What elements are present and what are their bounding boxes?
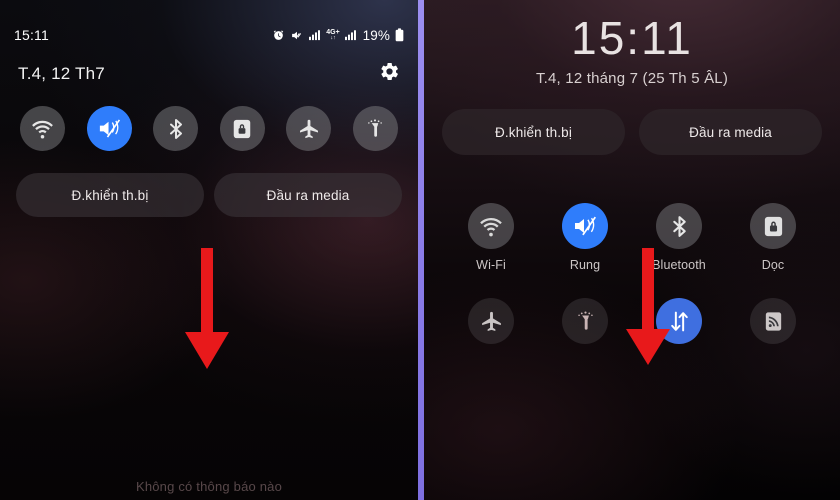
quick-toggle-bluetooth[interactable] <box>153 106 199 151</box>
media-controls-row: Đ.khiển th.bị Đầu ra media <box>0 173 418 217</box>
lockscreen-clock: 15:11 <box>571 12 693 64</box>
date-row: T.4, 12 Th7 <box>0 60 418 88</box>
status-bar: 15:11 4G+ ↓↑ 19% <box>0 22 418 48</box>
quick-toggle-wifi[interactable] <box>20 106 65 151</box>
device-control-button[interactable]: Đ.khiển th.bị <box>16 173 204 217</box>
alarm-icon <box>272 29 285 42</box>
left-screenshot-panel: 15:11 4G+ ↓↑ 19% T.4, 12 Th7 Đ.khiển th.… <box>0 0 418 500</box>
quick-toggle-vibrate[interactable]: Rung <box>544 203 626 272</box>
data-activity-arrows-icon: ↓↑ <box>330 34 336 41</box>
panel-date-label: T.4, 12 Th7 <box>18 64 105 83</box>
screenshot-root: 15:11 4G+ ↓↑ 19% T.4, 12 Th7 Đ.khiển th.… <box>0 0 840 500</box>
quick-toggle-lock[interactable]: Dọc <box>732 203 814 272</box>
wifi-icon <box>468 203 514 250</box>
media-controls-row: Đ.khiển th.bị Đầu ra media <box>424 109 840 156</box>
signal-bars-icon <box>344 29 357 41</box>
mute-icon <box>290 29 304 42</box>
media-output-button[interactable]: Đầu ra media <box>214 173 402 217</box>
left-panel-content: 15:11 4G+ ↓↑ 19% T.4, 12 Th7 Đ.khiển th.… <box>0 22 418 217</box>
quick-toggle-wifi[interactable]: Wi-Fi <box>450 203 532 272</box>
device-control-button[interactable]: Đ.khiển th.bị <box>442 109 625 156</box>
vibrate-icon <box>562 203 608 250</box>
gear-icon[interactable] <box>379 61 400 87</box>
quick-toggle-vibrate[interactable] <box>86 106 132 151</box>
down-arrow-annotation <box>624 248 672 366</box>
battery-percent-label: 19% <box>362 27 390 43</box>
quick-toggle-smart-view[interactable] <box>750 298 796 345</box>
quick-toggle-airplane[interactable] <box>286 106 332 151</box>
toggle-label: Dọc <box>761 258 785 273</box>
media-output-button[interactable]: Đầu ra media <box>639 109 822 156</box>
toggle-label: Wi-Fi <box>476 258 506 273</box>
quick-toggle-flashlight[interactable] <box>562 298 608 345</box>
right-screenshot-panel: 15:11 T.4, 12 tháng 7 (25 Th 5 ÂL) Đ.khi… <box>424 0 840 500</box>
quick-toggle-row <box>0 106 418 151</box>
quick-toggle-flashlight[interactable] <box>352 106 398 151</box>
bluetooth-icon <box>656 203 702 250</box>
lock-icon <box>750 203 796 250</box>
quick-toggle-airplane[interactable] <box>468 298 514 345</box>
battery-icon <box>395 28 404 42</box>
status-bar-icons: 4G+ ↓↑ 19% <box>272 28 404 43</box>
lockscreen-date: T.4, 12 tháng 7 (25 Th 5 ÂL) <box>535 70 729 88</box>
empty-notifications-label: Không có thông báo nào <box>135 479 283 494</box>
signal-bars-icon <box>309 29 321 41</box>
network-4gplus-icon: 4G+ ↓↑ <box>326 29 339 42</box>
down-arrow-annotation <box>183 248 231 370</box>
status-bar-clock: 15:11 <box>14 27 49 43</box>
toggle-label: Rung <box>569 258 601 273</box>
quick-toggle-lock[interactable] <box>219 106 265 151</box>
